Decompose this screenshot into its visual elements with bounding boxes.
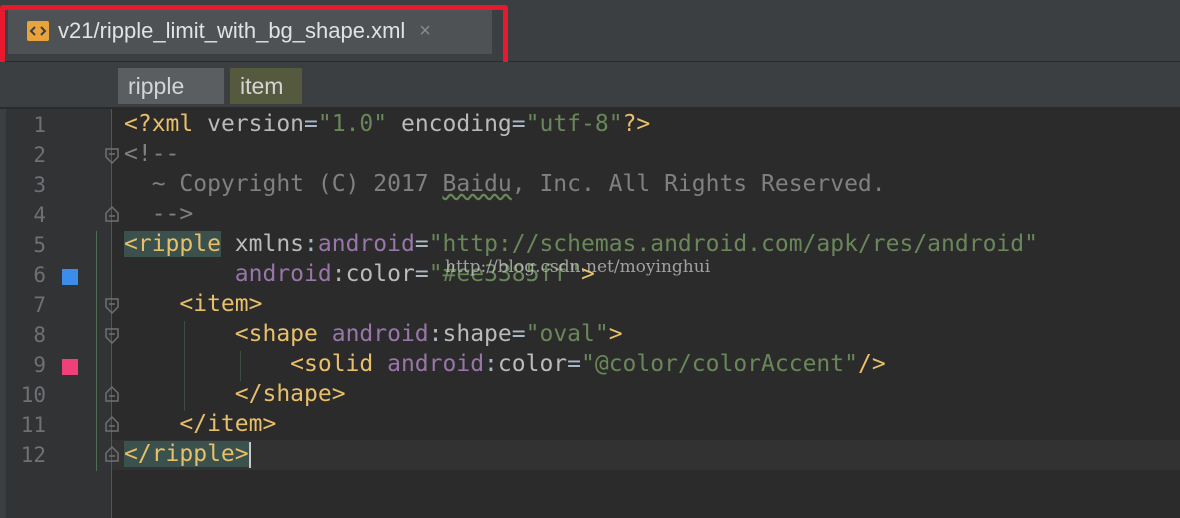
attr-name: color <box>345 261 415 287</box>
equals: = <box>511 321 526 347</box>
fold-end-icon[interactable] <box>104 205 120 223</box>
equals: = <box>414 231 429 257</box>
line-number: 7 <box>33 293 46 317</box>
attr-name: shape <box>442 321 512 347</box>
fold-icon[interactable] <box>104 327 120 345</box>
attr-value: "1.0" <box>317 111 388 137</box>
line-number: 8 <box>33 323 46 347</box>
comment-close: --> <box>124 201 194 227</box>
attr-name: encoding <box>387 111 512 137</box>
colon: : <box>304 231 318 257</box>
tag-close: > <box>608 321 623 347</box>
code-line-5[interactable]: <ripple xmlns:android="http://schemas.an… <box>124 231 1038 257</box>
namespace: android <box>331 321 429 347</box>
color-swatch-icon[interactable] <box>62 269 78 285</box>
code-line-12[interactable]: </ripple> <box>124 441 251 468</box>
code-line-4[interactable]: --> <box>124 201 194 227</box>
tag-open: <shape <box>234 321 332 347</box>
code-line-7[interactable]: <item> <box>124 291 262 317</box>
namespace: android <box>387 351 485 377</box>
attr-value: "http://schemas.android.com/apk/res/andr… <box>428 231 1038 257</box>
attr-value: "oval" <box>525 321 609 347</box>
line-number: 3 <box>33 173 46 197</box>
fold-icon[interactable] <box>104 297 120 315</box>
editor-tab-bar: v21/ripple_limit_with_bg_shape.xml × <box>0 0 1180 67</box>
tag-close: </ripple> <box>124 441 249 467</box>
attr-value: "utf-8" <box>525 111 623 137</box>
line-number: 6 <box>33 263 46 287</box>
line-number: 2 <box>33 143 46 167</box>
tag-open: <solid <box>290 351 388 377</box>
attr-name: xmlns <box>220 231 305 257</box>
scope-indicator <box>96 231 97 471</box>
fold-end-icon[interactable] <box>104 445 120 463</box>
colon: : <box>331 261 346 287</box>
line-number: 4 <box>33 203 46 227</box>
breadcrumb: ripple item <box>0 62 1180 108</box>
colon: : <box>484 351 498 377</box>
fold-end-icon[interactable] <box>104 385 120 403</box>
comment-text: ~ Copyright (C) 2017 <box>124 171 443 197</box>
fold-icon[interactable] <box>104 147 120 165</box>
equals: = <box>567 351 582 377</box>
equals: = <box>414 261 429 287</box>
line-number: 10 <box>20 383 46 407</box>
xml-decl-close: ?> <box>622 111 651 137</box>
namespace: android <box>317 231 415 257</box>
highlight-box <box>0 5 508 67</box>
line-number: 12 <box>20 443 46 467</box>
attr-name: color <box>497 351 568 377</box>
equals: = <box>511 111 526 137</box>
tag-close: </item> <box>179 411 277 437</box>
namespace: android <box>234 261 332 287</box>
line-number: 5 <box>33 233 46 257</box>
code-line-9[interactable]: <solid android:color="@color/colorAccent… <box>124 351 886 377</box>
text-caret <box>248 441 251 468</box>
tag-close: /> <box>857 351 886 377</box>
line-number: 9 <box>33 353 46 377</box>
breadcrumb-item-ripple[interactable]: ripple <box>118 68 224 104</box>
comment-open: <!-- <box>124 141 180 167</box>
tag-open: <ripple <box>124 231 221 257</box>
equals: = <box>304 111 318 137</box>
fold-end-icon[interactable] <box>104 415 120 433</box>
line-number: 1 <box>33 113 46 137</box>
current-line-highlight <box>112 440 1180 470</box>
attr-name: version <box>207 111 305 137</box>
code-line-3[interactable]: ~ Copyright (C) 2017 Baidu, Inc. All Rig… <box>124 171 886 197</box>
color-swatch-icon[interactable] <box>62 359 78 375</box>
code-line-11[interactable]: </item> <box>124 411 276 437</box>
watermark: http://blog.csdn.net/moyinghui <box>445 257 711 277</box>
line-number: 11 <box>20 413 46 437</box>
code-line-2[interactable]: <!-- <box>124 141 179 167</box>
gutter-edge <box>0 109 6 518</box>
comment-text: , Inc. All Rights Reserved. <box>511 171 886 197</box>
attr-value: "@color/colorAccent" <box>581 351 858 377</box>
code-line-8[interactable]: <shape android:shape="oval"> <box>124 321 623 347</box>
tag-open: <item> <box>179 291 263 317</box>
xml-decl-open: <?xml <box>124 111 208 137</box>
code-line-10[interactable]: </shape> <box>124 381 346 407</box>
code-editor[interactable]: 1 2 3 4 5 6 7 8 9 10 11 12 <?xml version… <box>0 109 1180 518</box>
colon: : <box>428 321 443 347</box>
code-line-1[interactable]: <?xml version="1.0" encoding="utf-8"?> <box>124 111 650 137</box>
spelling-word: Baidu <box>442 171 512 197</box>
tag-close: </shape> <box>234 381 346 407</box>
breadcrumb-item-item[interactable]: item <box>230 68 302 104</box>
